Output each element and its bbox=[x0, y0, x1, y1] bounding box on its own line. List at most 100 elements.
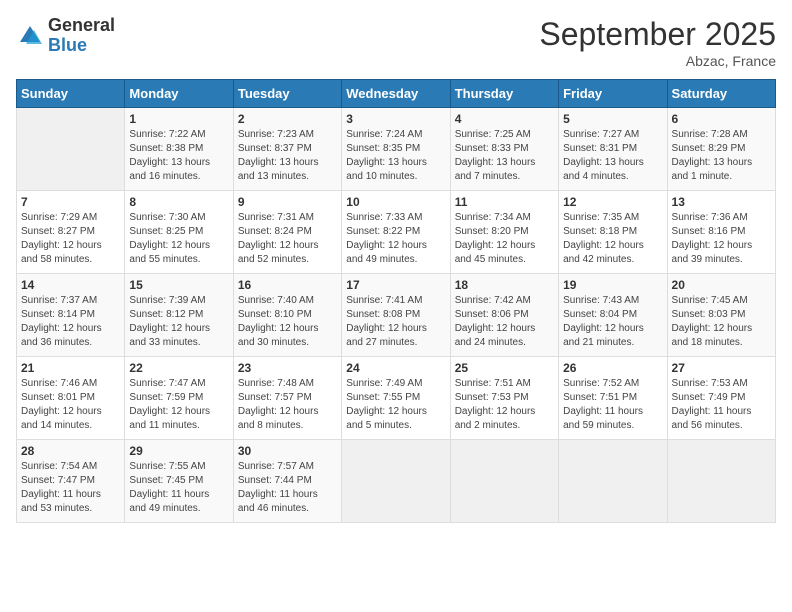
table-row: 2 Sunrise: 7:23 AMSunset: 8:37 PMDaylight… bbox=[233, 108, 341, 191]
table-row: 16 Sunrise: 7:40 AMSunset: 8:10 PMDayligh… bbox=[233, 274, 341, 357]
col-friday: Friday bbox=[559, 80, 667, 108]
day-number: 16 bbox=[238, 278, 337, 292]
table-row: 7 Sunrise: 7:29 AMSunset: 8:27 PMDaylight… bbox=[17, 191, 125, 274]
calendar-body: 1 Sunrise: 7:22 AMSunset: 8:38 PMDaylight… bbox=[17, 108, 776, 523]
table-row bbox=[17, 108, 125, 191]
table-row: 27 Sunrise: 7:53 AMSunset: 7:49 PMDayligh… bbox=[667, 357, 775, 440]
day-info: Sunrise: 7:25 AMSunset: 8:33 PMDaylight:… bbox=[455, 128, 554, 184]
day-number: 4 bbox=[455, 112, 554, 126]
day-number: 17 bbox=[346, 278, 445, 292]
table-row bbox=[667, 440, 775, 523]
day-number: 23 bbox=[238, 361, 337, 375]
col-monday: Monday bbox=[125, 80, 233, 108]
calendar-header: Sunday Monday Tuesday Wednesday Thursday… bbox=[17, 80, 776, 108]
day-number: 18 bbox=[455, 278, 554, 292]
day-info: Sunrise: 7:53 AMSunset: 7:49 PMDaylight:… bbox=[672, 377, 771, 433]
day-number: 21 bbox=[21, 361, 120, 375]
day-number: 24 bbox=[346, 361, 445, 375]
month-title: September 2025 bbox=[539, 16, 776, 53]
table-row: 24Sunrise: 7:49 AMSunset: 7:55 PMDayligh… bbox=[342, 357, 450, 440]
table-row: 25 Sunrise: 7:51 AMSunset: 7:53 PMDayligh… bbox=[450, 357, 558, 440]
table-row: 9 Sunrise: 7:31 AMSunset: 8:24 PMDaylight… bbox=[233, 191, 341, 274]
day-number: 8 bbox=[129, 195, 228, 209]
calendar-table: Sunday Monday Tuesday Wednesday Thursday… bbox=[16, 79, 776, 523]
day-number: 12 bbox=[563, 195, 662, 209]
day-info: Sunrise: 7:46 AMSunset: 8:01 PMDaylight:… bbox=[21, 377, 120, 433]
day-number: 10 bbox=[346, 195, 445, 209]
table-row bbox=[342, 440, 450, 523]
logo-general: General bbox=[48, 15, 115, 35]
day-number: 1 bbox=[129, 112, 228, 126]
day-number: 5 bbox=[563, 112, 662, 126]
table-row: 5 Sunrise: 7:27 AMSunset: 8:31 PMDaylight… bbox=[559, 108, 667, 191]
day-info: Sunrise: 7:27 AMSunset: 8:31 PMDaylight:… bbox=[563, 128, 662, 184]
table-row: 8 Sunrise: 7:30 AMSunset: 8:25 PMDaylight… bbox=[125, 191, 233, 274]
day-info: Sunrise: 7:42 AMSunset: 8:06 PMDaylight:… bbox=[455, 294, 554, 350]
table-row: 17Sunrise: 7:41 AMSunset: 8:08 PMDayligh… bbox=[342, 274, 450, 357]
day-number: 30 bbox=[238, 444, 337, 458]
day-number: 13 bbox=[672, 195, 771, 209]
day-number: 6 bbox=[672, 112, 771, 126]
col-saturday: Saturday bbox=[667, 80, 775, 108]
day-number: 9 bbox=[238, 195, 337, 209]
col-wednesday: Wednesday bbox=[342, 80, 450, 108]
col-thursday: Thursday bbox=[450, 80, 558, 108]
table-row: 15Sunrise: 7:39 AMSunset: 8:12 PMDayligh… bbox=[125, 274, 233, 357]
table-row: 22 Sunrise: 7:47 AMSunset: 7:59 PMDayligh… bbox=[125, 357, 233, 440]
day-info: Sunrise: 7:31 AMSunset: 8:24 PMDaylight:… bbox=[238, 211, 337, 267]
day-number: 3 bbox=[346, 112, 445, 126]
day-number: 2 bbox=[238, 112, 337, 126]
day-info: Sunrise: 7:37 AMSunset: 8:14 PMDaylight:… bbox=[21, 294, 120, 350]
day-number: 27 bbox=[672, 361, 771, 375]
logo-blue: Blue bbox=[48, 35, 87, 55]
col-tuesday: Tuesday bbox=[233, 80, 341, 108]
table-row: 30 Sunrise: 7:57 AMSunset: 7:44 PMDayligh… bbox=[233, 440, 341, 523]
page-header: General Blue September 2025 Abzac, Franc… bbox=[16, 16, 776, 69]
day-number: 7 bbox=[21, 195, 120, 209]
table-row: 12Sunrise: 7:35 AMSunset: 8:18 PMDayligh… bbox=[559, 191, 667, 274]
day-info: Sunrise: 7:34 AMSunset: 8:20 PMDaylight:… bbox=[455, 211, 554, 267]
day-number: 20 bbox=[672, 278, 771, 292]
day-info: Sunrise: 7:23 AMSunset: 8:37 PMDaylight:… bbox=[238, 128, 337, 184]
table-row: 18 Sunrise: 7:42 AMSunset: 8:06 PMDayligh… bbox=[450, 274, 558, 357]
table-row: 1 Sunrise: 7:22 AMSunset: 8:38 PMDaylight… bbox=[125, 108, 233, 191]
day-number: 19 bbox=[563, 278, 662, 292]
table-row: 11 Sunrise: 7:34 AMSunset: 8:20 PMDayligh… bbox=[450, 191, 558, 274]
table-row: 3 Sunrise: 7:24 AMSunset: 8:35 PMDaylight… bbox=[342, 108, 450, 191]
logo: General Blue bbox=[16, 16, 115, 56]
table-row bbox=[559, 440, 667, 523]
day-number: 11 bbox=[455, 195, 554, 209]
table-row: 29 Sunrise: 7:55 AMSunset: 7:45 PMDayligh… bbox=[125, 440, 233, 523]
day-info: Sunrise: 7:48 AMSunset: 7:57 PMDaylight:… bbox=[238, 377, 337, 433]
table-row: 6 Sunrise: 7:28 AMSunset: 8:29 PMDaylight… bbox=[667, 108, 775, 191]
day-info: Sunrise: 7:52 AMSunset: 7:51 PMDaylight:… bbox=[563, 377, 662, 433]
logo-text: General Blue bbox=[48, 16, 115, 56]
day-info: Sunrise: 7:54 AMSunset: 7:47 PMDaylight:… bbox=[21, 460, 120, 516]
table-row: 26 Sunrise: 7:52 AMSunset: 7:51 PMDayligh… bbox=[559, 357, 667, 440]
table-row: 13Sunrise: 7:36 AMSunset: 8:16 PMDayligh… bbox=[667, 191, 775, 274]
table-row: 4 Sunrise: 7:25 AMSunset: 8:33 PMDaylight… bbox=[450, 108, 558, 191]
day-number: 26 bbox=[563, 361, 662, 375]
table-row: 21 Sunrise: 7:46 AMSunset: 8:01 PMDayligh… bbox=[17, 357, 125, 440]
day-info: Sunrise: 7:51 AMSunset: 7:53 PMDaylight:… bbox=[455, 377, 554, 433]
day-number: 25 bbox=[455, 361, 554, 375]
day-info: Sunrise: 7:43 AMSunset: 8:04 PMDaylight:… bbox=[563, 294, 662, 350]
day-number: 22 bbox=[129, 361, 228, 375]
day-info: Sunrise: 7:28 AMSunset: 8:29 PMDaylight:… bbox=[672, 128, 771, 184]
day-info: Sunrise: 7:29 AMSunset: 8:27 PMDaylight:… bbox=[21, 211, 120, 267]
table-row: 28Sunrise: 7:54 AMSunset: 7:47 PMDayligh… bbox=[17, 440, 125, 523]
day-info: Sunrise: 7:55 AMSunset: 7:45 PMDaylight:… bbox=[129, 460, 228, 516]
col-sunday: Sunday bbox=[17, 80, 125, 108]
day-info: Sunrise: 7:22 AMSunset: 8:38 PMDaylight:… bbox=[129, 128, 228, 184]
day-info: Sunrise: 7:47 AMSunset: 7:59 PMDaylight:… bbox=[129, 377, 228, 433]
day-info: Sunrise: 7:57 AMSunset: 7:44 PMDaylight:… bbox=[238, 460, 337, 516]
day-info: Sunrise: 7:24 AMSunset: 8:35 PMDaylight:… bbox=[346, 128, 445, 184]
day-info: Sunrise: 7:45 AMSunset: 8:03 PMDaylight:… bbox=[672, 294, 771, 350]
day-info: Sunrise: 7:39 AMSunset: 8:12 PMDaylight:… bbox=[129, 294, 228, 350]
day-info: Sunrise: 7:40 AMSunset: 8:10 PMDaylight:… bbox=[238, 294, 337, 350]
day-info: Sunrise: 7:30 AMSunset: 8:25 PMDaylight:… bbox=[129, 211, 228, 267]
table-row bbox=[450, 440, 558, 523]
day-number: 29 bbox=[129, 444, 228, 458]
logo-icon bbox=[16, 22, 44, 50]
table-row: 14Sunrise: 7:37 AMSunset: 8:14 PMDayligh… bbox=[17, 274, 125, 357]
